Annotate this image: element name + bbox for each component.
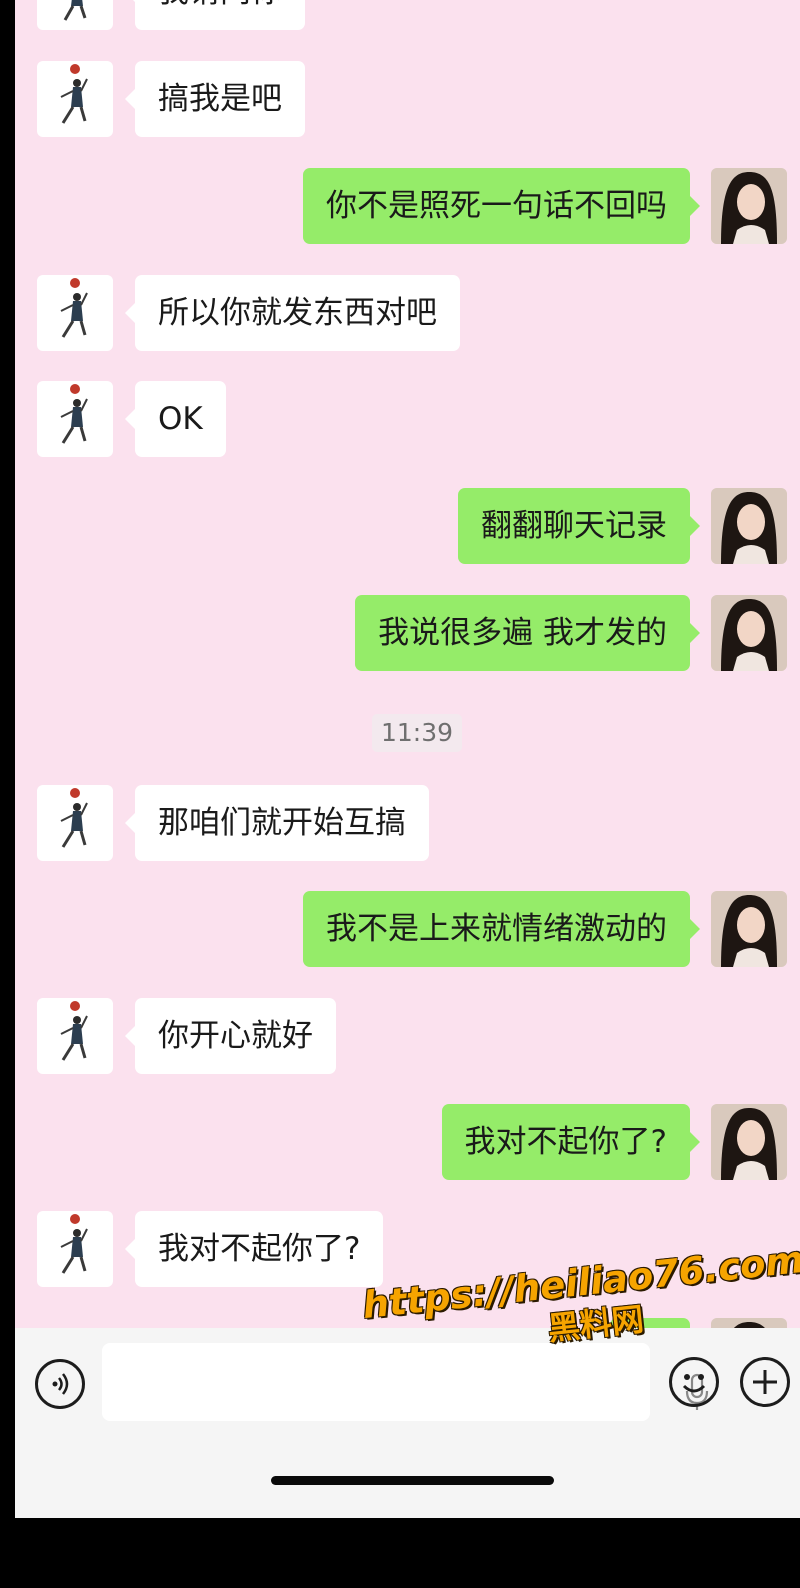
home-indicator[interactable]: [271, 1476, 554, 1485]
received-message-bubble[interactable]: 所以你就发东西对吧: [125, 275, 460, 351]
watermark-url: https://heiliao76.com: [360, 1237, 800, 1328]
contact-avatar[interactable]: [37, 1211, 113, 1287]
sent-message-bubble[interactable]: 我不是上来就情绪激动的: [303, 891, 700, 967]
user-avatar[interactable]: [711, 891, 787, 967]
received-message-bubble[interactable]: 我请问你: [125, 0, 305, 30]
received-message-bubble[interactable]: 你开心就好: [125, 998, 336, 1074]
contact-avatar[interactable]: [37, 785, 113, 861]
emoji-icon[interactable]: [669, 1357, 719, 1407]
sent-message-bubble[interactable]: 你不是照死一句话不回吗: [303, 168, 700, 244]
sent-message-bubble[interactable]: 我说很多遍 我才发的: [355, 595, 700, 671]
user-avatar[interactable]: [711, 168, 787, 244]
user-avatar[interactable]: [711, 1104, 787, 1180]
contact-avatar[interactable]: [37, 0, 113, 30]
user-avatar[interactable]: [711, 595, 787, 671]
received-message-bubble[interactable]: 我对不起你了?: [124, 1211, 384, 1287]
plus-icon[interactable]: [740, 1357, 790, 1407]
message-timestamp: 11:39: [372, 714, 463, 752]
user-avatar[interactable]: [711, 488, 787, 564]
input-toolbar: [15, 1328, 800, 1518]
sent-message-bubble[interactable]: 我对不起你了?: [441, 1104, 701, 1180]
contact-avatar[interactable]: [37, 275, 113, 351]
chat-screen: 我请问你 搞我是吧 你不是照死一句话不回吗 所以你就发东西对吧 OK 翻翻聊天记…: [15, 0, 800, 1518]
sent-message-bubble[interactable]: 翻翻聊天记录: [458, 488, 700, 564]
message-input[interactable]: [102, 1343, 709, 1421]
contact-avatar[interactable]: [37, 998, 113, 1074]
contact-avatar[interactable]: [37, 381, 113, 457]
voice-icon[interactable]: [35, 1359, 85, 1409]
contact-avatar[interactable]: [37, 61, 113, 137]
received-message-bubble[interactable]: 那咱们就开始互搞: [125, 785, 429, 861]
received-message-bubble[interactable]: 搞我是吧: [125, 61, 305, 137]
received-message-bubble[interactable]: OK: [125, 381, 226, 457]
